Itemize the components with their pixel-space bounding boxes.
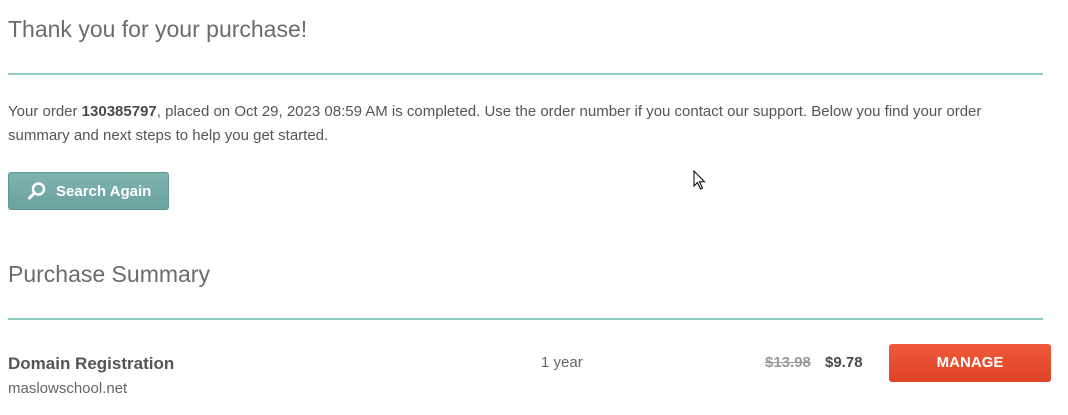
order-number: 130385797 [81,103,157,120]
manage-button[interactable]: MANAGE [889,344,1051,382]
summary-divider [8,318,1043,320]
product-name: Domain Registration [8,354,175,373]
search-again-button[interactable]: Search Again [8,172,169,210]
purchase-summary-title: Purchase Summary [8,261,210,287]
search-again-label: Search Again [56,182,152,200]
order-info-text: Your order 130385797, placed on Oct 29, … [8,100,1038,148]
original-price: $13.98 [765,354,811,371]
product-term: 1 year [541,354,583,371]
sale-price: $9.78 [825,354,863,371]
product-domain: maslowschool.net [8,380,128,397]
page-title: Thank you for your purchase! [8,16,308,42]
search-icon [27,181,47,201]
mouse-cursor-icon [693,170,706,190]
title-divider [8,73,1043,75]
order-text-before: Your order [8,103,82,120]
